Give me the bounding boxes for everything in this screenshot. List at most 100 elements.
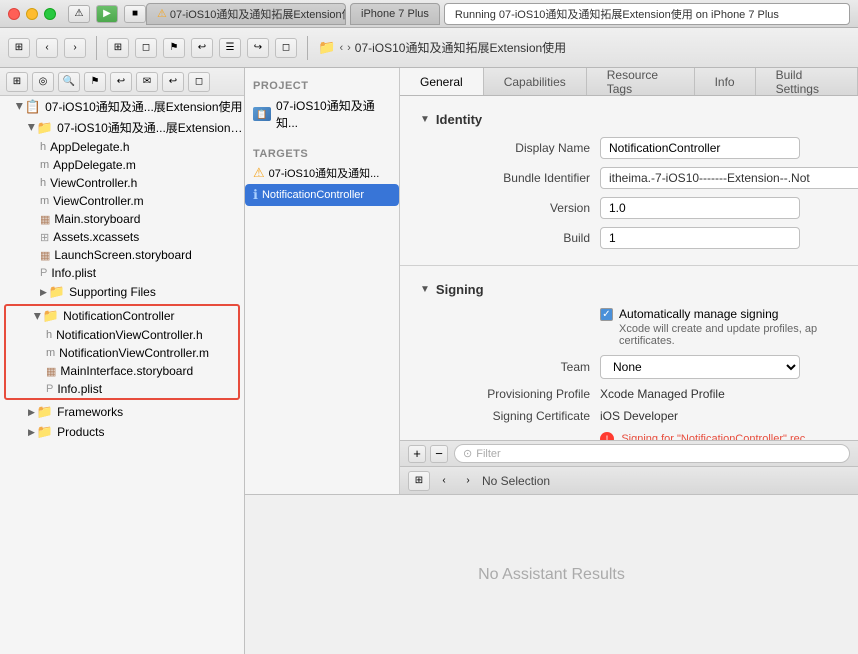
toolbar-back-btn[interactable]: ‹ — [36, 38, 58, 58]
m-file-icon-3: m — [46, 347, 55, 359]
bottom-back-btn[interactable]: ‹ — [434, 472, 454, 490]
remove-target-button[interactable]: − — [430, 445, 448, 463]
divider-1 — [400, 265, 858, 266]
run-button[interactable]: ▶ — [96, 5, 118, 23]
nav-project-item[interactable]: 📋 07-iOS10通知及通知... — [245, 94, 399, 134]
sidebar-item-project-root[interactable]: ▶ 📋 07-iOS10通知及通...展Extension使用 — [0, 96, 244, 117]
toolbar-sep-2 — [307, 36, 308, 60]
minimize-button[interactable] — [26, 8, 38, 20]
tab-device[interactable]: iPhone 7 Plus — [350, 3, 440, 25]
main-layout: ⊞ ◎ 🔍 ⚑ ↩ ✉ ↩ ◻ ▶ 📋 07-iOS10通知及通...展Exte… — [0, 68, 858, 654]
breadcrumb-bar: 📁 ‹ › 07-iOS10通知及通知拓展Extension使用 — [318, 39, 850, 56]
team-select[interactable]: None — [600, 355, 800, 379]
sidebar-item-info-plist-1[interactable]: P Info.plist — [0, 264, 244, 282]
nav-btn-3[interactable]: 🔍 — [58, 72, 80, 92]
sidebar-item-products[interactable]: ▶ 📁 Products — [0, 422, 244, 442]
sidebar-item-assets[interactable]: ⊞ Assets.xcassets — [0, 228, 244, 246]
tab-info[interactable]: Info — [695, 68, 756, 95]
tab-general[interactable]: General — [400, 68, 484, 95]
nav-grid-btn[interactable]: ⊞ — [6, 72, 28, 92]
sidebar-item-notifvc-m[interactable]: m NotificationViewController.m — [6, 344, 238, 362]
sidebar-item-appdelegate-h[interactable]: h AppDelegate.h — [0, 138, 244, 156]
status-value: Signing for "NotificationController" rec… — [600, 433, 805, 440]
editor-tabs: General Capabilities Resource Tags Info — [400, 68, 858, 96]
sidebar-item-notifvc-h[interactable]: h NotificationViewController.h — [6, 326, 238, 344]
identity-section: ▼ Identity Display Name Bundle Identifie… — [420, 112, 838, 249]
tab-build-settings[interactable]: Build Settings — [756, 68, 858, 95]
maximize-button[interactable] — [44, 8, 56, 20]
auto-manage-checkbox[interactable]: ✓ — [600, 308, 613, 321]
no-assistant-text: No Assistant Results — [478, 566, 625, 584]
build-label: Build — [420, 231, 590, 245]
cert-label: Signing Certificate — [420, 409, 590, 423]
sidebar-item-viewcontroller-h[interactable]: h ViewController.h — [0, 174, 244, 192]
sidebar-item-main-interface[interactable]: ▦ MainInterface.storyboard — [6, 362, 238, 380]
bottom-grid-btn[interactable]: ⊞ — [408, 471, 430, 491]
auto-manage-row: ✓ Automatically manage signing Xcode wil… — [420, 307, 838, 347]
breadcrumb-text: 07-iOS10通知及通知拓展Extension使用 — [355, 39, 566, 56]
toolbar-btn-e[interactable]: ☰ — [219, 38, 241, 58]
tab-capabilities[interactable]: Capabilities — [484, 68, 587, 95]
project-file-icon: 📋 — [25, 99, 41, 115]
toolbar-btn-a[interactable]: ⊞ — [107, 38, 129, 58]
tab-resource-tags[interactable]: Resource Tags — [587, 68, 695, 95]
bundle-id-label: Bundle Identifier — [420, 171, 590, 185]
sidebar-item-launch-storyboard[interactable]: ▦ LaunchScreen.storyboard — [0, 246, 244, 264]
stop-button[interactable]: ■ — [124, 5, 146, 23]
display-name-input[interactable] — [600, 137, 800, 159]
nav-btn-2[interactable]: ◎ — [32, 72, 54, 92]
sidebar-item-appdelegate-m[interactable]: m AppDelegate.m — [0, 156, 244, 174]
nav-target-2[interactable]: ℹ NotificationController — [245, 184, 399, 206]
triangle-icon-6: ▶ — [28, 427, 35, 438]
title-bar: ⚠ ▶ ■ ⚠ 07-iOS10通知及通知拓展Extension使用 iPhon… — [0, 0, 858, 28]
auto-manage-spacer — [420, 307, 590, 323]
toolbar-btn-f[interactable]: ↪ — [247, 38, 269, 58]
warn-icon-1: ⚠ — [253, 165, 265, 181]
tab-running[interactable]: Running 07-iOS10通知及通知拓展Extension使用 on iP… — [444, 3, 850, 25]
version-label: Version — [420, 201, 590, 215]
display-name-row: Display Name — [420, 137, 838, 159]
breadcrumb-forward[interactable]: › — [347, 42, 351, 54]
toolbar-btn-c[interactable]: ⚑ — [163, 38, 185, 58]
filter-input-area[interactable]: ⊙ Filter — [454, 444, 850, 463]
tab-general-label: General — [420, 75, 463, 89]
breadcrumb-back[interactable]: ‹ — [339, 42, 343, 54]
h-file-icon-1: h — [40, 141, 46, 153]
bundle-id-input[interactable] — [600, 167, 858, 189]
toolbar-forward-btn[interactable]: › — [64, 38, 86, 58]
storyboard-icon-3: ▦ — [46, 365, 56, 378]
filter-placeholder: Filter — [476, 448, 500, 460]
tab-project[interactable]: ⚠ 07-iOS10通知及通知拓展Extension使用 — [146, 3, 346, 25]
auto-manage-label: Automatically manage signing — [619, 307, 778, 321]
settings-editor: General Capabilities Resource Tags Info — [400, 68, 858, 494]
status-error-icon: ! — [600, 432, 614, 440]
nav-btn-6[interactable]: ✉ — [136, 72, 158, 92]
sidebar-item-viewcontroller-m[interactable]: m ViewController.m — [0, 192, 244, 210]
toolbar-btn-g[interactable]: ◻ — [275, 38, 297, 58]
mid-panel: PROJECT 📋 07-iOS10通知及通知... TARGETS ⚠ 07-… — [245, 68, 858, 494]
sidebar-item-supporting-files[interactable]: ▶ 📁 Supporting Files — [0, 282, 244, 302]
sidebar-item-main-storyboard[interactable]: ▦ Main.storyboard — [0, 210, 244, 228]
nav-target-1[interactable]: ⚠ 07-iOS10通知及通知... — [245, 162, 399, 184]
nav-btn-8[interactable]: ◻ — [188, 72, 210, 92]
bottom-forward-btn[interactable]: › — [458, 472, 478, 490]
build-input[interactable] — [600, 227, 800, 249]
toolbar-btn-d[interactable]: ↩ — [191, 38, 213, 58]
targets-panel: PROJECT 📋 07-iOS10通知及通知... TARGETS ⚠ 07-… — [245, 68, 400, 494]
sidebar-item-target-group[interactable]: ▶ 📁 07-iOS10通知及通...展Extension使用 — [0, 117, 244, 138]
bundle-id-row: Bundle Identifier — [420, 167, 838, 189]
triangle-icon-2: ▶ — [26, 124, 37, 131]
sidebar-item-frameworks[interactable]: ▶ 📁 Frameworks — [0, 402, 244, 422]
scheme-icon[interactable]: ⚠ — [68, 5, 90, 23]
sidebar-item-info-plist-2[interactable]: P Info.plist — [6, 380, 238, 398]
sidebar-item-notif-controller-folder[interactable]: ▶ 📁 NotificationController — [6, 306, 238, 326]
version-input[interactable] — [600, 197, 800, 219]
add-target-button[interactable]: + — [408, 445, 426, 463]
close-button[interactable] — [8, 8, 20, 20]
toolbar-btn-b[interactable]: ◻ — [135, 38, 157, 58]
nav-btn-4[interactable]: ⚑ — [84, 72, 106, 92]
nav-btn-5[interactable]: ↩ — [110, 72, 132, 92]
toolbar-grid-btn[interactable]: ⊞ — [8, 38, 30, 58]
nav-btn-7[interactable]: ↩ — [162, 72, 184, 92]
tab-build-settings-label: Build Settings — [776, 68, 837, 96]
